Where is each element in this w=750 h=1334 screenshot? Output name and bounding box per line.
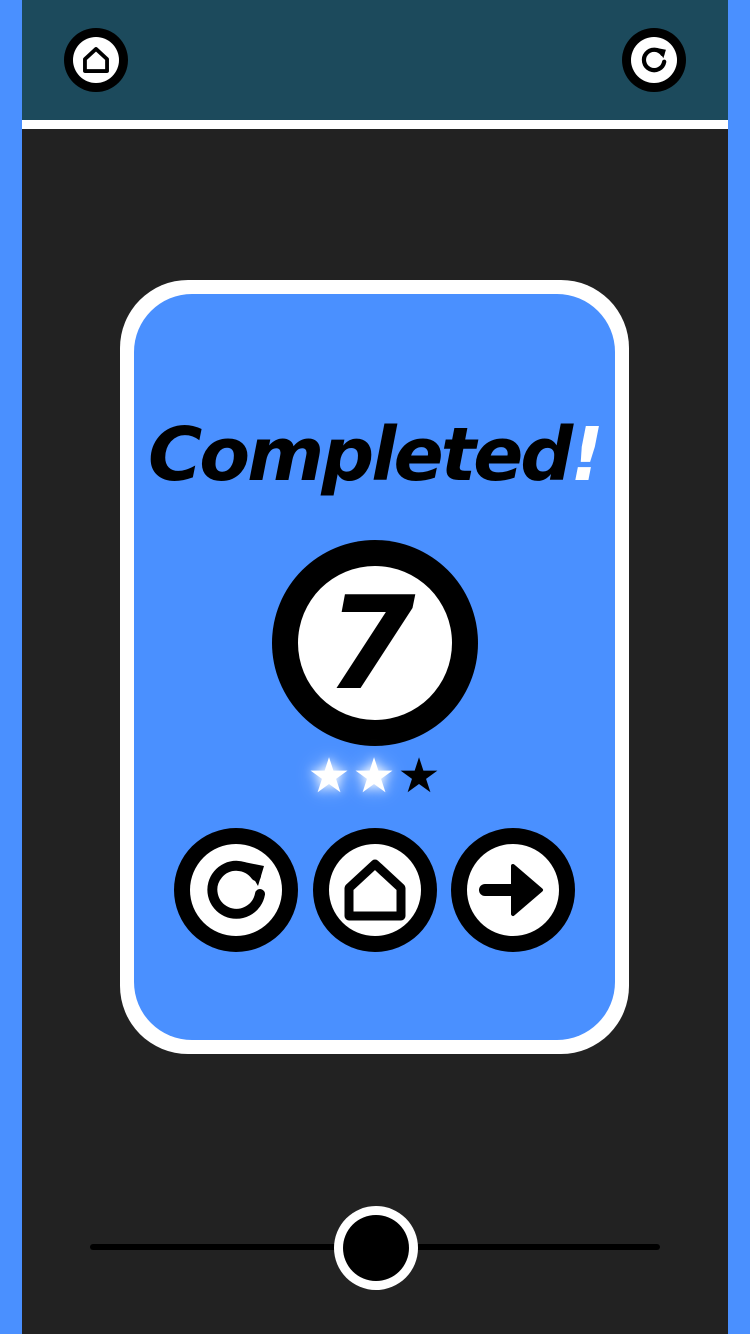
home-icon: [344, 859, 406, 921]
level-badge: 7: [272, 540, 478, 746]
slider-handle[interactable]: [334, 1206, 418, 1290]
star-filled-icon: ★: [352, 748, 396, 804]
restart-icon: [641, 47, 667, 73]
star-filled-icon: ★: [307, 748, 351, 804]
completed-title: Completed!: [134, 412, 615, 498]
home-icon: [83, 47, 109, 73]
next-level-button[interactable]: [451, 828, 575, 952]
level-number: 7: [326, 570, 416, 719]
completed-title-text: Completed: [147, 412, 573, 498]
restart-icon: [207, 860, 265, 919]
completed-title-bang: !: [570, 412, 604, 498]
top-bar: [22, 0, 728, 120]
level-badge-face: 7: [298, 566, 452, 720]
game-stage: Completed! 7 ★ ★ ★: [22, 0, 728, 1334]
star-rating: ★ ★ ★: [294, 748, 454, 804]
top-restart-button-face: [631, 37, 677, 83]
top-restart-button[interactable]: [622, 28, 686, 92]
replay-button-face: [190, 844, 282, 936]
top-home-button[interactable]: [64, 28, 128, 92]
home-button[interactable]: [313, 828, 437, 952]
next-level-button-face: [467, 844, 559, 936]
top-bar-divider: [22, 120, 728, 129]
slider-handle-core: [343, 1215, 409, 1281]
level-complete-card-body: Completed! 7 ★ ★ ★: [134, 294, 615, 1040]
replay-button[interactable]: [174, 828, 298, 952]
level-complete-card: Completed! 7 ★ ★ ★: [120, 280, 629, 1054]
home-button-face: [329, 844, 421, 936]
top-home-button-face: [73, 37, 119, 83]
action-buttons: [174, 828, 576, 952]
arrow-right-icon: [479, 864, 543, 916]
star-empty-icon: ★: [397, 748, 441, 804]
